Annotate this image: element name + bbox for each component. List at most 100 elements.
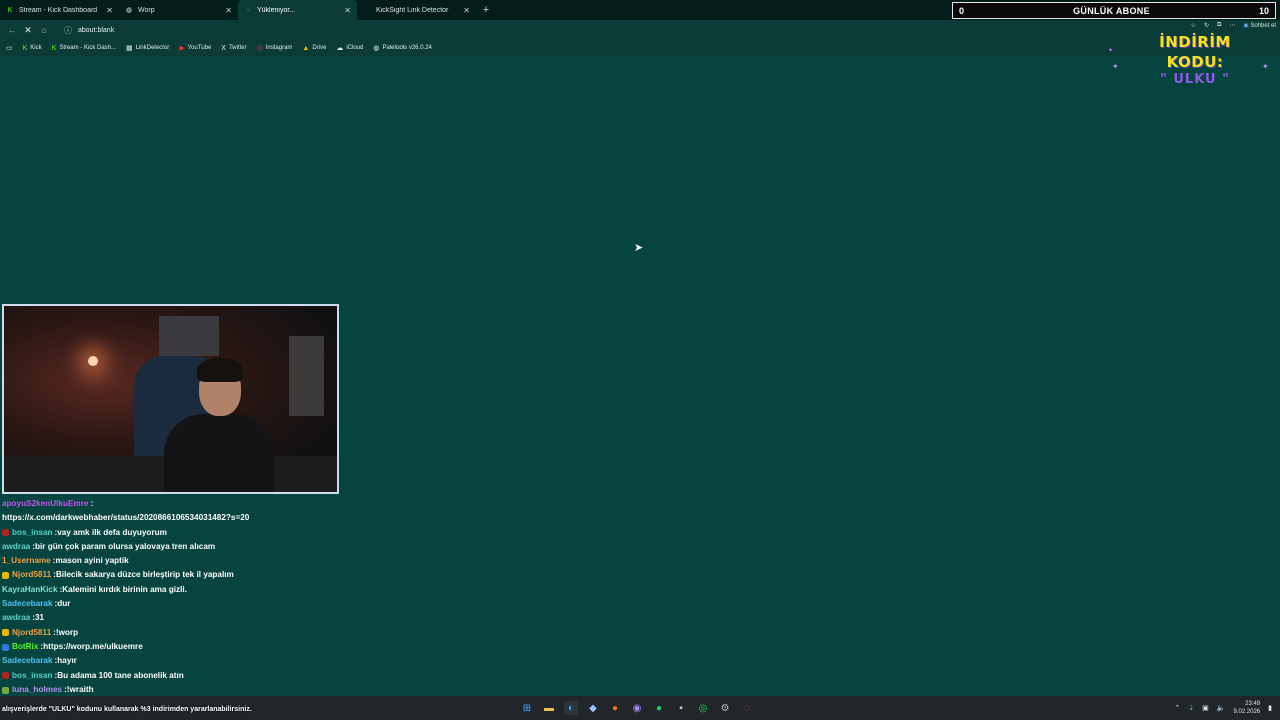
whatsapp-icon[interactable]: ◎ — [696, 701, 710, 715]
sparkle-icon: ✦ — [1108, 48, 1114, 54]
chat-username: awdraa — [2, 613, 31, 623]
more-icon[interactable]: ⋯ — [1229, 22, 1235, 29]
badge-icon — [2, 643, 9, 651]
tab-loading[interactable]: · Yükleniyor... ✕ — [238, 0, 357, 20]
star-icon[interactable]: ☆ — [1191, 22, 1196, 29]
bookmark-twitter[interactable]: X Twitter — [219, 45, 248, 52]
chat-username: Sadecebarak — [2, 599, 53, 609]
sparkle-icon: ✦ — [1262, 62, 1269, 71]
bookmark-label: Stream - Kick Dash... — [59, 45, 116, 51]
webcam-feed — [2, 304, 339, 494]
tab-title: Worp — [138, 6, 155, 14]
system-tray: ⌃ ⇣ ▣ 🔈 23:49 9.02.2026 ▮ — [1174, 696, 1272, 720]
chat-message: BotRix : https://worp.me/ulkuemre — [2, 640, 342, 654]
chat-username: KayraHanKick — [2, 584, 58, 594]
extensions-icon[interactable]: ⧉ — [1217, 22, 1221, 29]
chat-message: Njord5811 : Bilecik sakarya düzce birleş… — [2, 568, 342, 582]
spotify-icon[interactable]: ● — [652, 701, 666, 715]
back-arrow-icon[interactable]: ← — [4, 22, 20, 38]
chat-username: BotRix — [12, 641, 39, 651]
stop-loading-icon[interactable]: ✕ — [20, 22, 36, 38]
clock[interactable]: 23:49 9.02.2026 — [1233, 700, 1260, 716]
tab-kicksight[interactable]: KickSight Link Detector ✕ — [357, 0, 476, 20]
bookmark-icloud[interactable]: ☁ iCloud — [334, 44, 365, 52]
tab-worp[interactable]: ◍ Worp ✕ — [119, 0, 238, 20]
kick-icon: K — [22, 44, 28, 52]
bookmarks-bar: ▭ K Kick K Stream - Kick Dash... ▦ LinkDete… — [0, 40, 1280, 56]
kick-icon: K — [7, 6, 13, 14]
address-bar-row: ← ✕ ⌂ ⓘ about:blank — [0, 20, 1280, 40]
chat-username: bos_insan — [12, 670, 53, 680]
chevron-up-icon[interactable]: ⌃ — [1174, 704, 1180, 712]
bookmark-instagram[interactable]: ◎ Instagram — [255, 44, 295, 52]
copilot-icon: ◉ — [1243, 23, 1249, 29]
settings-icon[interactable]: ⚙ — [718, 701, 732, 715]
network-icon[interactable]: ▣ — [1202, 704, 1209, 712]
badge-icon — [2, 572, 9, 580]
bookmark-label: YouTube — [187, 45, 212, 51]
volume-icon[interactable]: 🔈 — [1217, 704, 1226, 712]
close-icon[interactable]: ✕ — [225, 6, 232, 15]
chat-username: Njord5811 — [12, 627, 52, 637]
chat-message: luna_holmes : !wraith — [2, 683, 342, 697]
terminal-icon[interactable]: ▪ — [674, 701, 688, 715]
chat-text: bir gün çok param olursa yalovaya tren a… — [34, 541, 216, 551]
close-icon[interactable]: ✕ — [106, 6, 113, 15]
refresh-icon[interactable]: ↻ — [1204, 22, 1209, 29]
subscriber-label: GÜNLÜK ABONE — [1073, 5, 1150, 16]
chat-username: bos_insan — [12, 527, 53, 537]
bookmark-drive[interactable]: ▲ Drive — [300, 45, 328, 52]
bookmark-label: Paletools v26.0.24 — [382, 45, 432, 51]
chat-text: Bu adama 100 tane abonelik atın — [57, 670, 184, 680]
download-icon[interactable]: ⇣ — [1188, 704, 1194, 712]
bookmark-label: LinkDetector — [135, 45, 170, 51]
chat-username: apoyuS2kenUlkuEmre — [2, 499, 89, 508]
windows-start-icon[interactable]: ⊞ — [520, 701, 534, 715]
clock-date: 9.02.2026 — [1233, 709, 1261, 715]
chat-text: 31 — [34, 613, 45, 623]
bookmark-label: iCloud — [346, 45, 364, 51]
chat-label: Sohbet et — [1250, 23, 1276, 29]
daily-subscriber-box: 0 GÜNLÜK ABONE 10 — [952, 2, 1276, 19]
home-icon[interactable]: ⌂ — [36, 22, 52, 38]
bookmark-kick[interactable]: K Kick — [21, 45, 44, 52]
file-explorer-icon[interactable]: ▬ — [542, 701, 556, 715]
kick-icon: K — [51, 44, 57, 52]
new-tab-button[interactable]: + — [476, 0, 496, 20]
bookmark-label: Drive — [312, 45, 327, 51]
badge-icon — [2, 672, 9, 680]
app-icon[interactable]: ● — [608, 701, 622, 715]
steam-icon[interactable]: ◆ — [586, 701, 600, 715]
url-input[interactable]: ⓘ about:blank — [58, 22, 1088, 38]
copilot-chat-button[interactable]: ◉ Sohbet et — [1243, 22, 1276, 29]
notification-icon[interactable]: ▮ — [1268, 704, 1272, 712]
chat-username: luna_holmes — [12, 684, 63, 694]
edge-icon[interactable]: ◐ — [564, 701, 578, 715]
close-icon[interactable]: ✕ — [344, 6, 351, 15]
bookmark-stream-dashboard[interactable]: K Stream - Kick Dash... — [50, 45, 118, 52]
chat-text: Bilecik sakarya düzce birleştirip tek il… — [55, 570, 234, 580]
blank-icon — [363, 6, 371, 14]
info-icon[interactable]: ⓘ — [64, 25, 72, 36]
cloud-icon: ☁ — [336, 45, 344, 52]
x-icon: X — [221, 44, 226, 52]
chat-text: https://x.com/darkwebhaber/status/202086… — [2, 513, 250, 523]
recorder-icon[interactable]: ◌ — [740, 701, 754, 715]
close-icon[interactable]: ✕ — [463, 6, 470, 15]
tab-actions-icon[interactable]: ▭ — [4, 44, 15, 52]
tab-title: Stream - Kick Dashboard — [19, 6, 98, 14]
subscriber-goal: 10 — [1258, 5, 1269, 16]
discord-icon[interactable]: ◉ — [630, 701, 644, 715]
bookmark-paletools[interactable]: ◍ Paletools v26.0.24 — [371, 44, 433, 52]
chat-message: bos_insan : vay amk ilk defa duyuyorum — [2, 526, 342, 540]
bookmark-linkdetector[interactable]: ▦ LinkDetector — [124, 44, 171, 52]
chat-text: dur — [57, 599, 71, 609]
mouse-cursor-icon: ➤ — [634, 242, 644, 254]
bookmark-youtube[interactable]: ▶ YouTube — [177, 44, 213, 52]
badge-icon — [2, 529, 9, 537]
instagram-icon: ◎ — [256, 45, 263, 52]
tab-kick-dashboard[interactable]: K Stream - Kick Dashboard ✕ — [0, 0, 119, 20]
tab-title: KickSight Link Detector — [376, 6, 449, 14]
chat-message: awdraa : 31 — [2, 611, 342, 625]
chat-message: bos_insan : Bu adama 100 tane abonelik a… — [2, 669, 342, 683]
